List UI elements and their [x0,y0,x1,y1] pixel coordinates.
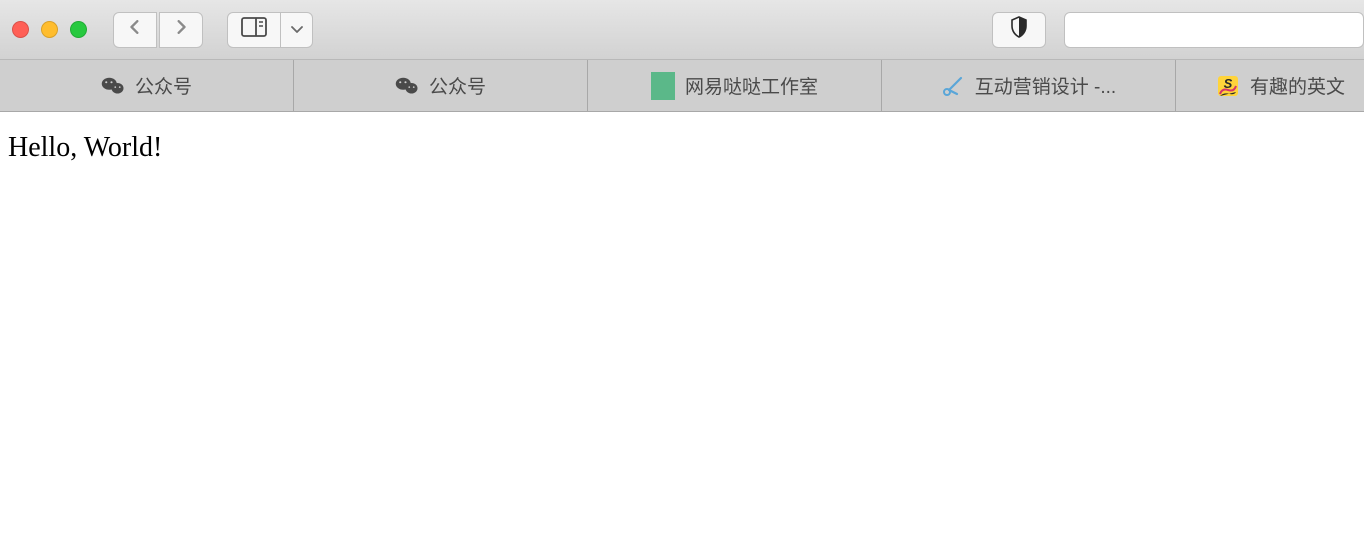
minimize-window-button[interactable] [41,21,58,38]
navigation-buttons [113,12,203,48]
close-window-button[interactable] [12,21,29,38]
tab-wechat-1[interactable]: 公众号 [0,60,294,111]
tab-marketing[interactable]: 互动营销设计 -... [882,60,1176,111]
sidebar-icon [241,17,267,42]
chevron-right-icon [174,20,188,39]
app-icon [651,74,675,98]
page-content: Hello, World! [0,112,1364,184]
tab-netease[interactable]: 网易哒哒工作室 [588,60,882,111]
wechat-icon [101,74,125,98]
sidebar-dropdown-button[interactable] [281,12,313,48]
forward-button[interactable] [159,12,203,48]
sidebar-toggle-button[interactable] [227,12,281,48]
scissors-icon [941,74,965,98]
back-button[interactable] [113,12,157,48]
tab-label: 互动营销设计 -... [975,72,1116,99]
tab-wechat-2[interactable]: 公众号 [294,60,588,111]
svg-text:S: S [1224,76,1233,91]
maximize-window-button[interactable] [70,21,87,38]
sidebar-toggle-group [227,12,313,48]
chevron-left-icon [128,20,142,39]
wechat-icon [395,74,419,98]
tab-label: 网易哒哒工作室 [685,72,818,99]
sogou-icon: S [1216,74,1240,98]
address-bar[interactable] [1064,12,1364,48]
body-text: Hello, World! [8,132,1356,164]
browser-toolbar [0,0,1364,60]
tab-english[interactable]: S 有趣的英文 [1176,60,1364,111]
chevron-down-icon [291,21,303,39]
tab-label: 公众号 [429,72,486,99]
tab-label: 有趣的英文 [1250,72,1345,99]
window-controls [12,21,87,38]
shield-icon [1010,16,1028,43]
privacy-shield-button[interactable] [992,12,1046,48]
tab-bar: 公众号 公众号 网易哒哒工作室 互动营销设 [0,60,1364,112]
tab-label: 公众号 [135,72,192,99]
